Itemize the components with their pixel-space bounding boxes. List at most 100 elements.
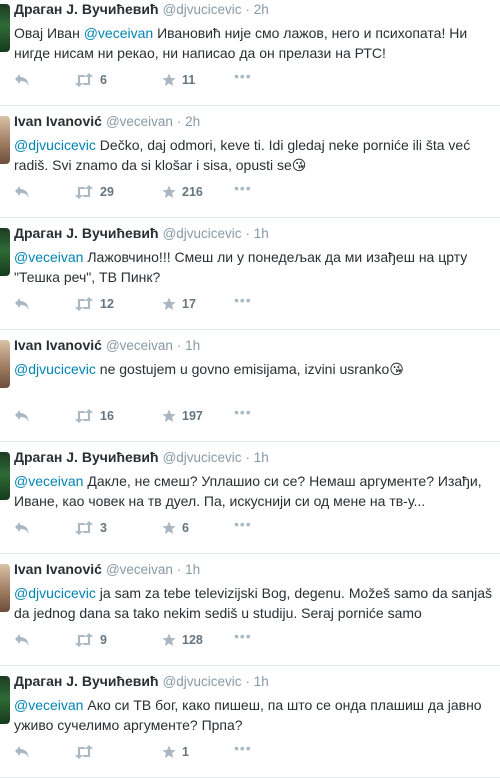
reply-icon [14, 409, 30, 423]
tweet-actions: 3 6 ••• [14, 516, 314, 537]
favorite-button[interactable]: 6 [162, 519, 189, 537]
star-icon [162, 297, 176, 311]
retweet-button[interactable]: 9 [74, 631, 107, 649]
author-name[interactable]: Драган Ј. Вучићевић [14, 673, 159, 689]
retweet-button[interactable]: 29 [74, 183, 114, 201]
tweet-text-line: нигде нисам ни рекао, ни написао да он п… [14, 43, 500, 63]
tweet-header: Драган Ј. Вучићевић @djvucicevic · 2h [14, 1, 269, 17]
more-options-icon[interactable]: ••• [234, 515, 252, 533]
tweet-text-line: da jednog dana sa tako nekim sediš u stu… [14, 603, 500, 623]
tweet[interactable]: Драган Ј. Вучићевић @djvucicevic · 1h @vec… [0, 218, 500, 330]
favorite-button[interactable]: 197 [162, 407, 203, 425]
timestamp[interactable]: 2h [254, 2, 269, 17]
more-options-icon[interactable]: ••• [234, 179, 252, 197]
mention-link[interactable]: @djvucicevic [14, 585, 96, 601]
retweet-button[interactable]: 3 [74, 519, 107, 537]
text-segment: "Тешка реч", ТВ Пинк? [14, 269, 161, 285]
reply-button[interactable] [14, 183, 30, 201]
mention-link[interactable]: @veceivan [84, 25, 153, 41]
reply-icon [14, 633, 30, 647]
tweet[interactable]: Ivan Ivanović @veceivan · 1h @djvucicevic … [0, 554, 500, 666]
more-options-icon[interactable]: ••• [234, 291, 252, 309]
retweet-icon [74, 297, 94, 311]
separator-dot: · [245, 450, 254, 465]
author-handle[interactable]: @veceivan [106, 338, 173, 353]
author-handle[interactable]: @veceivan [106, 562, 173, 577]
author-handle[interactable]: @djvucicevic [163, 2, 242, 17]
reply-button[interactable] [14, 519, 30, 537]
mention-link[interactable]: @djvucicevic [14, 361, 96, 377]
favorite-button[interactable]: 128 [162, 631, 203, 649]
tweet[interactable]: Драган Ј. Вучићевић @djvucicevic · 1h @vec… [0, 442, 500, 554]
avatar[interactable] [0, 676, 10, 724]
tweet-text: @veceivan Ако си ТВ бог, како пишеш, па … [14, 695, 500, 735]
reply-button[interactable] [14, 407, 30, 425]
favorite-button[interactable]: 17 [162, 295, 196, 313]
timestamp[interactable]: 1h [254, 674, 269, 689]
tweet-text-line: @veceivan Дакле, не смеш? Уплашио си се?… [14, 471, 500, 491]
tweet[interactable]: Ivan Ivanović @veceivan · 1h @djvucicevic … [0, 330, 500, 442]
more-options-icon[interactable]: ••• [234, 67, 252, 85]
mention-link[interactable]: @veceivan [14, 249, 83, 265]
author-name[interactable]: Ivan Ivanović [14, 561, 102, 577]
mention-link[interactable]: @veceivan [14, 697, 83, 713]
tweet-text: Овај Иван @veceivan Ивановић није смо ла… [14, 23, 500, 63]
reply-button[interactable] [14, 743, 30, 761]
text-segment: ne gostujem u govno emisijama, izvini us… [95, 361, 404, 377]
favorite-button[interactable]: 216 [162, 183, 203, 201]
timestamp[interactable]: 1h [254, 450, 269, 465]
retweet-button[interactable]: 6 [74, 71, 107, 89]
reply-button[interactable] [14, 295, 30, 313]
separator-dot: · [176, 562, 186, 577]
avatar[interactable] [0, 340, 10, 388]
author-name[interactable]: Драган Ј. Вучићевић [14, 225, 159, 241]
text-segment: уживо сучелимо аргументе? Прпа? [14, 717, 243, 733]
tweet[interactable]: Драган Ј. Вучићевић @djvucicevic · 2h Овај… [0, 0, 500, 106]
reply-button[interactable] [14, 631, 30, 649]
timestamp[interactable]: 1h [185, 338, 200, 353]
timestamp[interactable]: 1h [254, 226, 269, 241]
retweet-button[interactable]: 16 [74, 407, 114, 425]
more-options-icon[interactable]: ••• [234, 627, 252, 645]
author-handle[interactable]: @djvucicevic [163, 450, 242, 465]
author-name[interactable]: Драган Ј. Вучићевић [14, 449, 159, 465]
author-handle[interactable]: @djvucicevic [163, 674, 242, 689]
retweet-icon [74, 185, 94, 199]
retweet-icon [74, 745, 94, 759]
author-name[interactable]: Драган Ј. Вучићевић [14, 1, 159, 17]
avatar[interactable] [0, 228, 10, 276]
retweet-icon [74, 409, 94, 423]
tweet-text-line: @veceivan Ако си ТВ бог, како пишеш, па … [14, 695, 500, 715]
tweet[interactable]: Ivan Ivanović @veceivan · 2h @djvucicevic … [0, 106, 500, 218]
text-segment: Dečko, daj odmori, keve ti. Idi gledaj n… [95, 137, 471, 153]
avatar[interactable] [0, 116, 10, 164]
separator-dot: · [245, 674, 254, 689]
more-options-icon[interactable]: ••• [234, 403, 252, 421]
author-name[interactable]: Ivan Ivanović [14, 113, 102, 129]
avatar[interactable] [0, 564, 10, 612]
text-segment: radiš. Svi znamo da si klošar i sisa, op… [14, 157, 307, 173]
avatar[interactable] [0, 452, 10, 500]
favorite-button[interactable]: 11 [162, 71, 195, 89]
favorite-button[interactable]: 1 [162, 743, 189, 761]
tweet-text-line: @djvucicevic ja sam za tebe televizijski… [14, 583, 500, 603]
mention-link[interactable]: @djvucicevic [14, 137, 96, 153]
author-handle[interactable]: @veceivan [106, 114, 173, 129]
reply-icon [14, 745, 30, 759]
retweet-button[interactable]: 12 [74, 295, 114, 313]
retweet-count: 16 [100, 409, 114, 423]
author-name[interactable]: Ivan Ivanović [14, 337, 102, 353]
avatar[interactable] [0, 4, 10, 52]
tweet-text: @veceivan Дакле, не смеш? Уплашио си се?… [14, 471, 500, 511]
mention-link[interactable]: @veceivan [14, 473, 83, 489]
tweet[interactable]: Драган Ј. Вучићевић @djvucicevic · 1h @vec… [0, 666, 500, 778]
reply-button[interactable] [14, 71, 30, 89]
reply-icon [14, 297, 30, 311]
author-handle[interactable]: @djvucicevic [163, 226, 242, 241]
retweet-button[interactable] [74, 743, 100, 761]
more-options-icon[interactable]: ••• [234, 739, 252, 757]
timestamp[interactable]: 2h [185, 114, 200, 129]
timestamp[interactable]: 1h [185, 562, 200, 577]
text-segment: Ако си ТВ бог, како пишеш, па што се онд… [83, 697, 482, 713]
retweet-icon [74, 521, 94, 535]
